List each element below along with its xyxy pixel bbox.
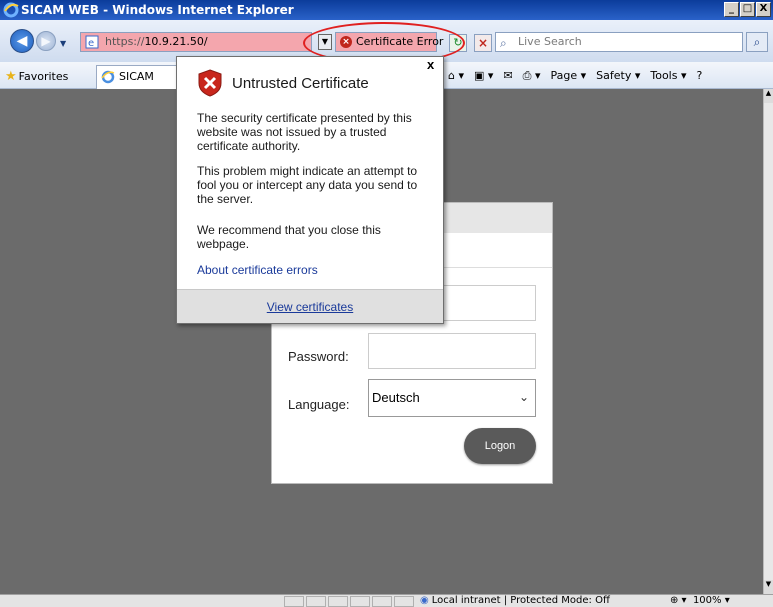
globe-icon: ◉ [420,595,429,606]
status-segment [372,596,392,607]
status-segment [394,596,414,607]
search-button[interactable]: ⌕ [746,32,768,52]
close-window-button[interactable]: X [756,2,771,17]
language-selected: Deutsch [372,390,420,405]
security-zone[interactable]: ◉ Local intranet | Protected Mode: Off [420,595,610,606]
address-field[interactable]: e https://10.9.21.50/ [80,32,312,52]
ie-page-icon [101,70,115,84]
search-placeholder: Live Search [518,35,582,48]
status-segment [350,596,370,607]
popup-paragraph: This problem might indicate an attempt t… [197,164,418,206]
status-bar: ◉ Local intranet | Protected Mode: Off ⊕ … [0,594,773,607]
logon-button[interactable]: Logon [464,428,536,464]
stop-button[interactable]: × [474,34,492,52]
certificate-popup: x Untrusted Certificate The security cer… [176,56,444,324]
back-button[interactable]: ◀ [10,29,34,53]
page-menu[interactable]: Page ▾ [550,69,586,83]
close-icon[interactable]: x [427,57,434,72]
window-titlebar: SICAM WEB - Windows Internet Explorer _ … [0,0,773,20]
password-label: Password: [288,349,349,364]
status-segments [284,596,414,607]
help-icon[interactable]: ? [696,69,702,83]
safety-menu[interactable]: Safety ▾ [596,69,640,83]
popup-title: Untrusted Certificate [232,75,369,92]
scroll-down-icon[interactable]: ▼ [764,580,773,594]
page-icon: e [85,35,99,49]
history-dropdown-icon[interactable]: ▼ [60,39,66,48]
window-controls: _ □ X [724,2,771,17]
window-title: SICAM WEB - Windows Internet Explorer [21,3,294,17]
status-segment [284,596,304,607]
print-icon[interactable]: ⎙ ▾ [523,69,541,83]
command-bar: ⌂ ▾ ▣ ▾ ✉ ⎙ ▾ Page ▾ Safety ▾ Tools ▾ ? [448,69,702,83]
status-segment [328,596,348,607]
zoom-control[interactable]: ⊕ ▾ 100% ▾ [670,595,730,606]
url-text: https://10.9.21.50/ [105,35,208,48]
about-certificate-errors-link[interactable]: About certificate errors [197,263,318,277]
svg-text:e: e [88,38,94,49]
status-segment [306,596,326,607]
password-field[interactable] [368,333,536,369]
language-select[interactable]: Deutsch ⌄ [368,379,536,417]
minimize-button[interactable]: _ [724,2,739,17]
favorites-button[interactable]: ★ Favorites [5,69,68,84]
popup-paragraph: The security certificate presented by th… [197,111,412,153]
shield-error-icon [198,69,222,97]
language-label: Language: [288,397,350,412]
maximize-button[interactable]: □ [740,2,755,17]
forward-button[interactable]: ▶ [36,31,56,51]
star-icon: ★ [5,69,17,84]
mail-icon[interactable]: ✉ [503,69,512,83]
tools-menu[interactable]: Tools ▾ [650,69,686,83]
scroll-up-icon[interactable]: ▲ [764,89,773,103]
search-input[interactable]: ⌕ Live Search [495,32,743,52]
popup-paragraph: We recommend that you close this webpage… [197,223,381,251]
search-icon: ⌕ [500,36,507,50]
vertical-scrollbar[interactable]: ▲ ▼ [763,89,773,594]
ie-logo-icon [3,2,19,18]
view-certificates-link[interactable]: View certificates [177,300,443,314]
chevron-down-icon: ⌄ [518,390,529,404]
home-icon[interactable]: ⌂ ▾ [448,69,464,83]
popup-footer: View certificates [177,289,443,323]
tab-sicam-web[interactable]: SICAM WEB [96,65,180,105]
feeds-icon[interactable]: ▣ ▾ [474,69,493,83]
